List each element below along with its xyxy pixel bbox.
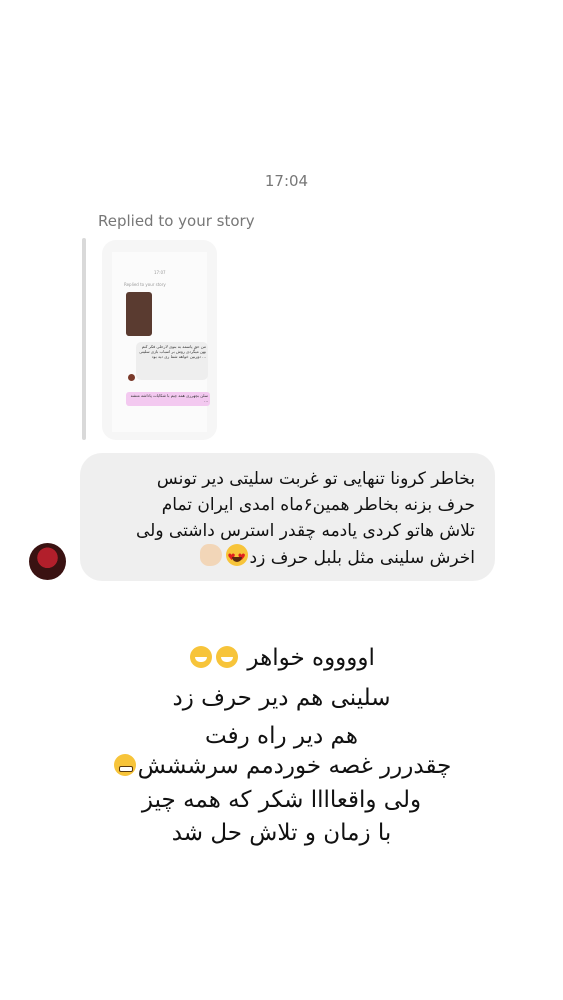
top-blank-area xyxy=(0,0,563,150)
caption-line-6: با زمان و تلاش حل شد xyxy=(171,820,392,846)
story-preview-screen: 17:07 Replied to your story من حق پاسمه … xyxy=(112,252,210,432)
replied-to-story-label: Replied to your story xyxy=(98,212,255,230)
caption-line-5: ولی واقعاااا شکر که همه چیز xyxy=(141,787,422,813)
story-preview-avatar xyxy=(128,374,135,381)
caption-text: چقدررر غصه خوردمم سرششش xyxy=(137,753,452,779)
story-preview-photo xyxy=(126,292,152,336)
message-line: تلاش هاتو کردی یادمه چقدر استرس داشتی ول… xyxy=(135,521,475,541)
message-line: بخاطر کرونا تنهایی تو غربت سلیتی دیر تون… xyxy=(156,469,475,489)
story-caption: اووووه خواهر سلینی هم دیر حرف زد هم دیر … xyxy=(0,603,563,1000)
message-timestamp: 17:04 xyxy=(264,172,309,190)
reply-quote-bar xyxy=(82,238,86,440)
heart-eyes-emoji xyxy=(225,544,248,571)
story-preview-bubble: من حق پاسمه به بنوی لارحلی فکر کنم بهن م… xyxy=(136,342,208,380)
story-preview-replied-label: Replied to your story xyxy=(124,282,166,287)
grin-emoji xyxy=(190,646,213,668)
story-preview-highlight: سلن بچهرری همه چیم با شکایات پاداشه متشه… xyxy=(126,392,210,406)
message-bubble[interactable]: بخاطر کرونا تنهایی تو غربت سلیتی دیر تون… xyxy=(80,453,495,581)
message-line-last: اخرش سلینی مثل بلبل حرف زد xyxy=(90,544,475,571)
sender-avatar[interactable] xyxy=(29,543,66,580)
caption-line-2: سلینی هم دیر حرف زد xyxy=(172,685,391,711)
dm-screenshot: 17:04 Replied to your story 17:07 Replie… xyxy=(10,150,563,602)
grimacing-emoji xyxy=(113,754,136,776)
caption-line-4: چقدررر غصه خوردمم سرششش xyxy=(0,753,563,779)
caption-text: اووووه خواهر xyxy=(247,645,375,671)
ok-hand-emoji xyxy=(199,544,222,566)
message-line: اخرش سلینی مثل بلبل حرف زد xyxy=(249,548,475,568)
message-text: بخاطر کرونا تنهایی تو غربت سلیتی دیر تون… xyxy=(90,466,475,571)
caption-line-1: اووووه خواهر xyxy=(0,645,563,671)
story-reply-thumbnail[interactable]: 17:07 Replied to your story من حق پاسمه … xyxy=(102,240,217,440)
caption-line-3: هم دیر راه رفت xyxy=(205,723,358,749)
grin-emoji xyxy=(216,646,239,668)
story-preview-time: 17:07 xyxy=(154,270,166,275)
message-line: حرف بزنه بخاطر همین۶ماه امدی ایران تمام xyxy=(161,495,475,515)
